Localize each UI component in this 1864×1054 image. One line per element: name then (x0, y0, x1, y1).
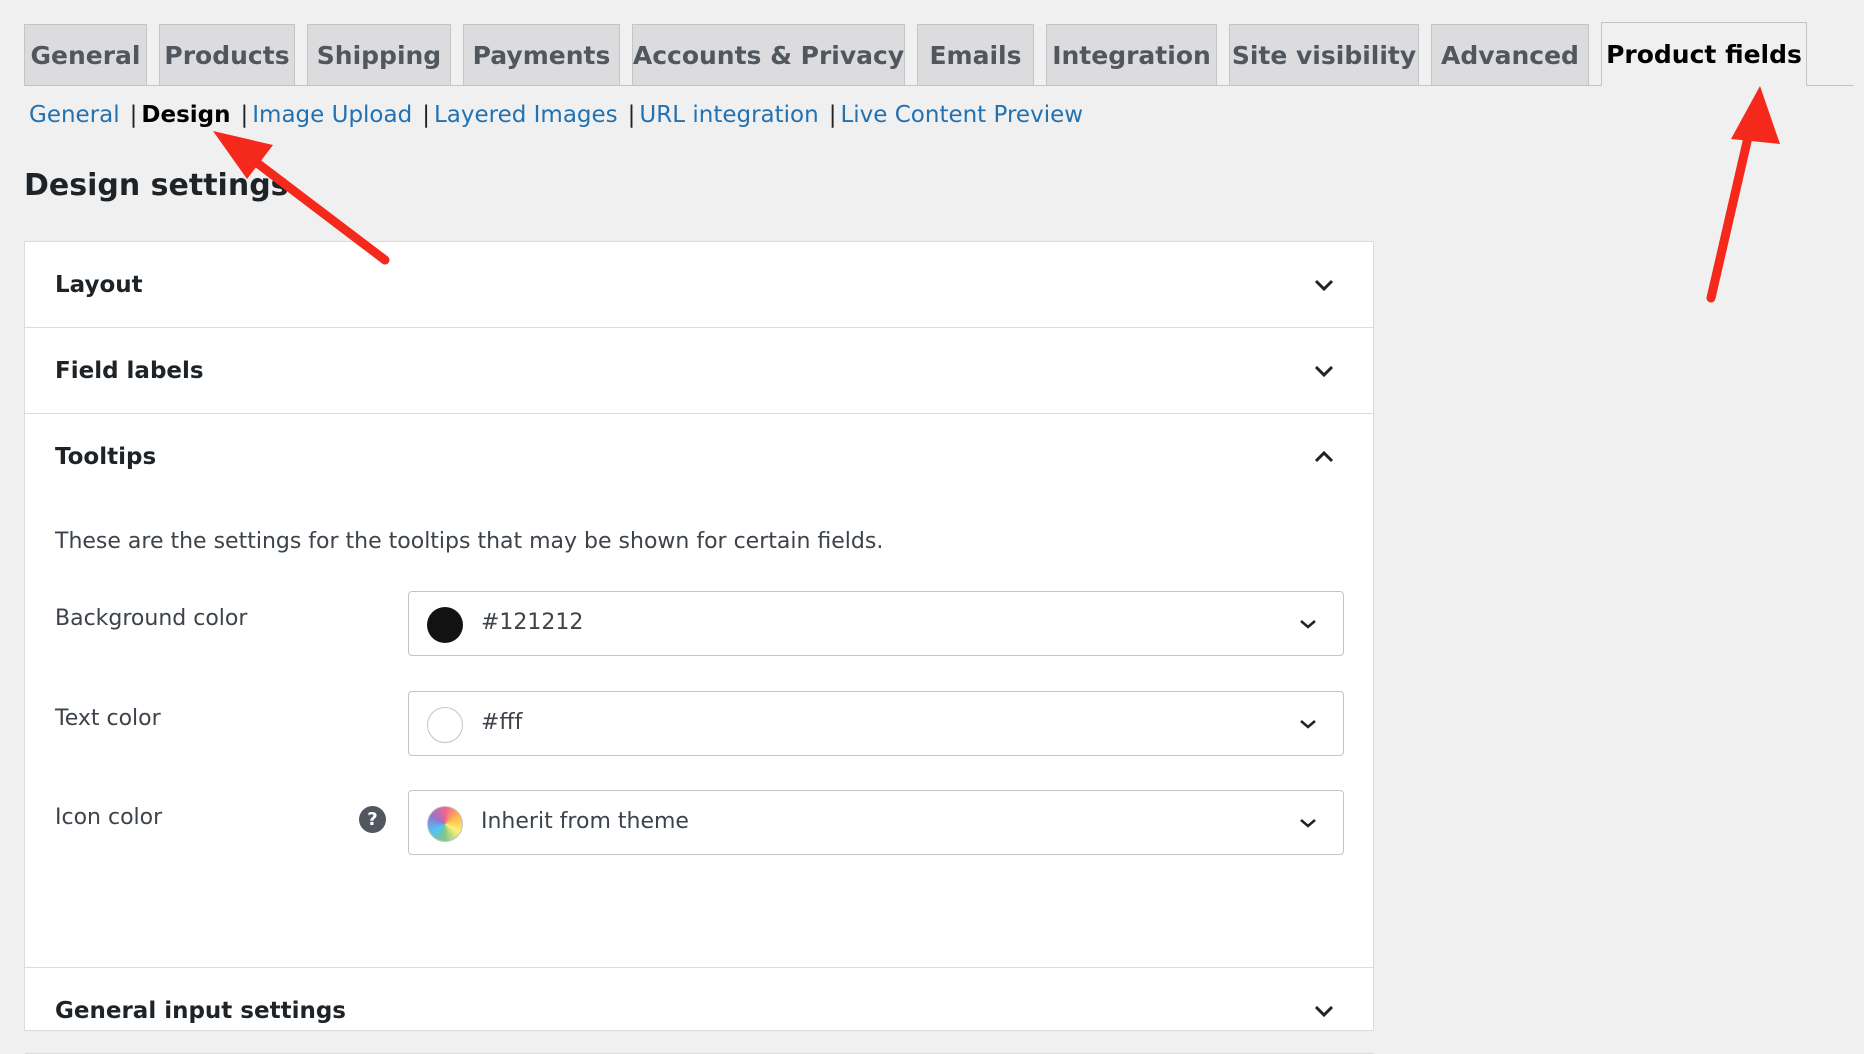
chevron-down-icon (1300, 619, 1316, 629)
section-tooltips-title: Tooltips (55, 443, 157, 470)
chevron-down-icon (1314, 279, 1334, 291)
chevron-down-icon (1300, 719, 1316, 729)
section-tooltips-header[interactable]: Tooltips (25, 414, 1373, 499)
subnav-separator: | (240, 102, 249, 128)
subnav-live-content-preview[interactable]: Live Content Preview (840, 102, 1083, 128)
subnav-separator: | (627, 102, 636, 128)
subnav-layered-images[interactable]: Layered Images (434, 102, 618, 128)
section-field-labels-header[interactable]: Field labels (25, 328, 1373, 414)
chevron-down-icon (1314, 365, 1334, 377)
tab-accounts-privacy[interactable]: Accounts & Privacy (632, 24, 905, 85)
text-color-value: #fff (481, 710, 523, 735)
settings-panel: Layout Field labels Tooltips These are t… (24, 241, 1374, 1054)
background-color-label: Background color (55, 606, 248, 631)
tab-product-fields[interactable]: Product fields (1601, 22, 1807, 86)
tab-integration[interactable]: Integration (1046, 24, 1217, 85)
subsection-nav: General | Design | Image Upload | Layere… (29, 102, 1083, 128)
subnav-image-upload[interactable]: Image Upload (252, 102, 412, 128)
section-general-input-title: General input settings (55, 997, 346, 1024)
subnav-url-integration[interactable]: URL integration (639, 102, 818, 128)
text-color-label: Text color (55, 706, 161, 731)
rainbow-swatch-icon (427, 806, 463, 842)
tab-payments[interactable]: Payments (463, 24, 620, 85)
color-swatch (427, 607, 463, 643)
tab-advanced[interactable]: Advanced (1431, 24, 1589, 85)
section-tooltips-body: These are the settings for the tooltips … (25, 499, 1373, 968)
tab-shipping[interactable]: Shipping (307, 24, 451, 85)
help-icon[interactable]: ? (359, 806, 386, 833)
tooltips-description: These are the settings for the tooltips … (55, 529, 884, 554)
subnav-separator: | (828, 102, 837, 128)
icon-color-select[interactable]: Inherit from theme (408, 790, 1344, 855)
section-field-labels-title: Field labels (55, 357, 204, 384)
subnav-separator: | (422, 102, 430, 128)
tab-products[interactable]: Products (159, 24, 295, 85)
chevron-down-icon (1300, 818, 1316, 828)
subnav-separator: | (129, 102, 138, 128)
icon-color-label: Icon color (55, 805, 163, 830)
section-layout-title: Layout (55, 271, 143, 298)
background-color-select[interactable]: #121212 (408, 591, 1344, 656)
tab-emails[interactable]: Emails (917, 24, 1034, 85)
color-swatch (427, 707, 463, 743)
background-color-value: #121212 (481, 610, 584, 635)
chevron-down-icon (1314, 1005, 1334, 1017)
text-color-select[interactable]: #fff (408, 691, 1344, 756)
page-title: Design settings (24, 168, 289, 203)
chevron-up-icon (1314, 450, 1334, 462)
section-general-input-header[interactable]: General input settings (25, 968, 1373, 1054)
subnav-general[interactable]: General (29, 102, 120, 128)
icon-color-value: Inherit from theme (481, 809, 689, 834)
tab-site-visibility[interactable]: Site visibility (1229, 24, 1419, 85)
subnav-design: Design (141, 102, 231, 128)
section-layout-header[interactable]: Layout (25, 242, 1373, 328)
settings-tab-bar: General Products Shipping Payments Accou… (24, 22, 1854, 86)
tab-general[interactable]: General (24, 24, 147, 85)
annotation-arrow-product-fields (1706, 86, 1780, 303)
